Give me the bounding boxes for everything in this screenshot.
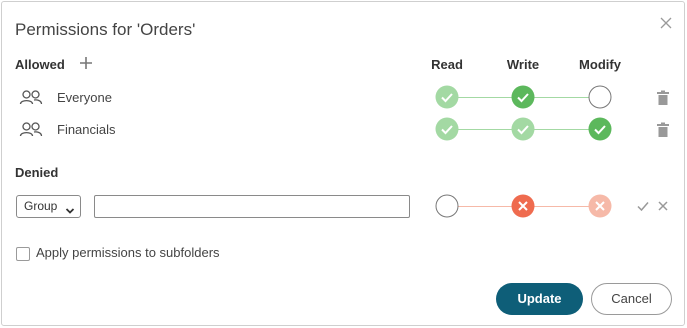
apply-subfolders-checkbox[interactable] xyxy=(16,247,30,261)
modify-granted[interactable] xyxy=(588,117,612,141)
group-type-selected: Group xyxy=(24,199,58,213)
close-icon[interactable] xyxy=(657,14,675,32)
modify-empty[interactable] xyxy=(588,85,612,109)
read-granted-light[interactable] xyxy=(435,117,459,141)
read-empty[interactable] xyxy=(435,194,459,218)
plus-icon[interactable] xyxy=(78,55,94,71)
write-granted[interactable] xyxy=(511,85,535,109)
denied-name-input[interactable] xyxy=(94,195,410,218)
trash-icon[interactable] xyxy=(656,90,670,106)
apply-subfolders-label[interactable]: Apply permissions to subfolders xyxy=(36,245,220,260)
group-type-select[interactable]: Group xyxy=(16,195,81,218)
allowed-row-name: Financials xyxy=(57,122,116,137)
close-icon[interactable] xyxy=(656,199,670,213)
column-modify: Modify xyxy=(579,57,621,72)
group-icon xyxy=(19,89,43,107)
modify-denied-light[interactable] xyxy=(588,194,612,218)
denied-label: Denied xyxy=(15,165,59,180)
group-icon xyxy=(19,121,43,139)
column-write: Write xyxy=(506,57,540,72)
read-granted-light[interactable] xyxy=(435,85,459,109)
trash-icon[interactable] xyxy=(656,122,670,138)
allowed-label: Allowed xyxy=(15,57,65,72)
column-read: Read xyxy=(431,57,463,72)
update-button[interactable]: Update xyxy=(496,283,583,315)
check-icon[interactable] xyxy=(636,199,650,213)
cancel-button[interactable]: Cancel xyxy=(591,283,672,315)
write-granted-light[interactable] xyxy=(511,117,535,141)
allowed-row-name: Everyone xyxy=(57,90,112,105)
dialog-title: Permissions for 'Orders' xyxy=(15,20,196,39)
permissions-dialog: Permissions for 'Orders' Allowed Read Wr… xyxy=(1,1,685,326)
chevron-down-icon xyxy=(65,202,75,214)
write-denied[interactable] xyxy=(511,194,535,218)
